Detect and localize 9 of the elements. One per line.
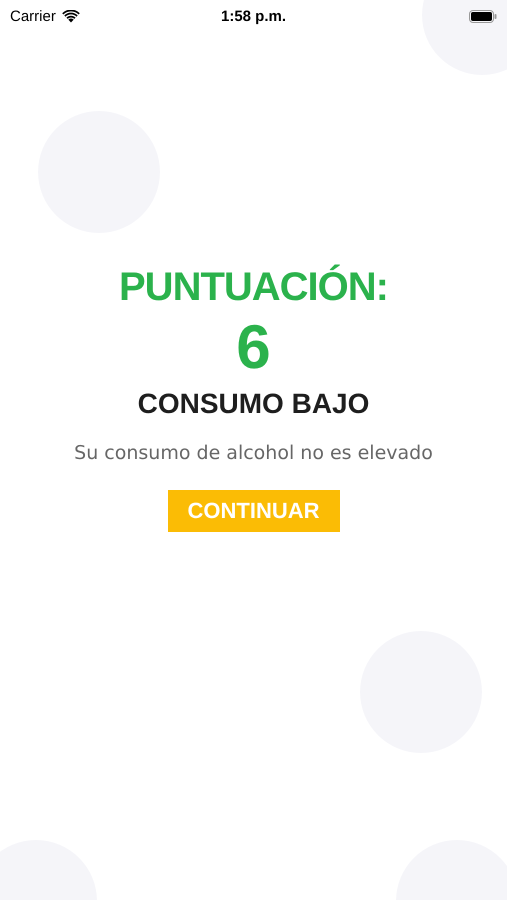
status-time: 1:58 p.m. <box>220 8 286 24</box>
continue-button[interactable]: CONTINUAR <box>168 490 340 532</box>
carrier-name: Carrier <box>10 8 56 24</box>
score-value: 6 <box>236 314 271 382</box>
consumption-level: CONSUMO BAJO <box>138 388 370 420</box>
result-message: Su consumo de alcohol no es elevado <box>74 442 433 464</box>
battery-icon <box>469 10 497 22</box>
wifi-icon <box>62 10 80 22</box>
score-label: PUNTUACIÓN: <box>119 265 388 310</box>
